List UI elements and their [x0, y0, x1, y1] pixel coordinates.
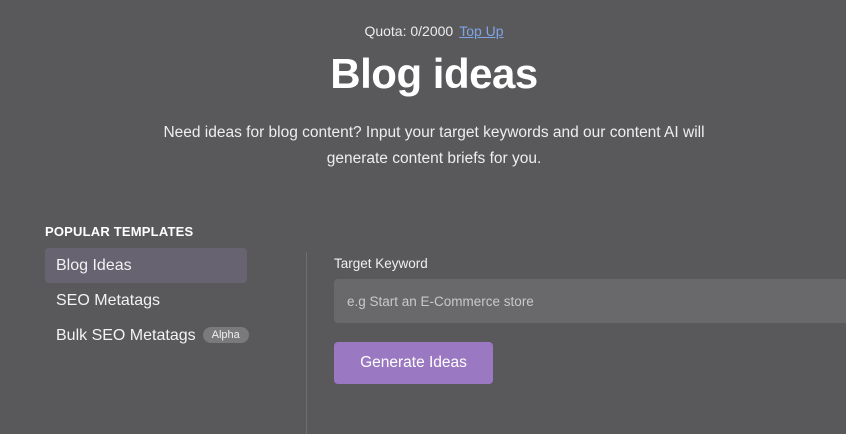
- keyword-form: Target Keyword Generate Ideas: [334, 256, 846, 384]
- target-keyword-input[interactable]: [334, 279, 846, 323]
- page-title: Blog ideas: [330, 50, 538, 97]
- sidebar-item-label: SEO Metatags: [56, 292, 161, 309]
- quota-bar: Quota: 0/2000 Top Up: [0, 23, 846, 39]
- page-description: Need ideas for blog content? Input your …: [163, 124, 705, 167]
- quota-text: Quota: 0/2000: [364, 23, 454, 39]
- sidebar-item-label: Bulk SEO Metatags: [56, 327, 196, 344]
- sidebar-item-seo-metatags[interactable]: SEO Metatags: [45, 283, 247, 318]
- top-up-link[interactable]: Top Up: [459, 23, 503, 39]
- vertical-divider: [306, 252, 307, 434]
- sidebar-item-bulk-seo-metatags[interactable]: Bulk SEO Metatags Alpha: [45, 318, 249, 353]
- sidebar-item-label: Blog Ideas: [56, 257, 132, 274]
- templates-sidebar: POPULAR TEMPLATES Blog Ideas SEO Metatag…: [45, 224, 265, 353]
- generate-ideas-button[interactable]: Generate Ideas: [334, 342, 493, 384]
- blog-ideas-page: Quota: 0/2000 Top Up Blog ideas Need idea…: [0, 0, 846, 434]
- sidebar-item-blog-ideas[interactable]: Blog Ideas: [45, 248, 247, 283]
- alpha-badge: Alpha: [202, 326, 249, 343]
- sidebar-heading: POPULAR TEMPLATES: [45, 224, 194, 239]
- target-keyword-label: Target Keyword: [334, 256, 428, 271]
